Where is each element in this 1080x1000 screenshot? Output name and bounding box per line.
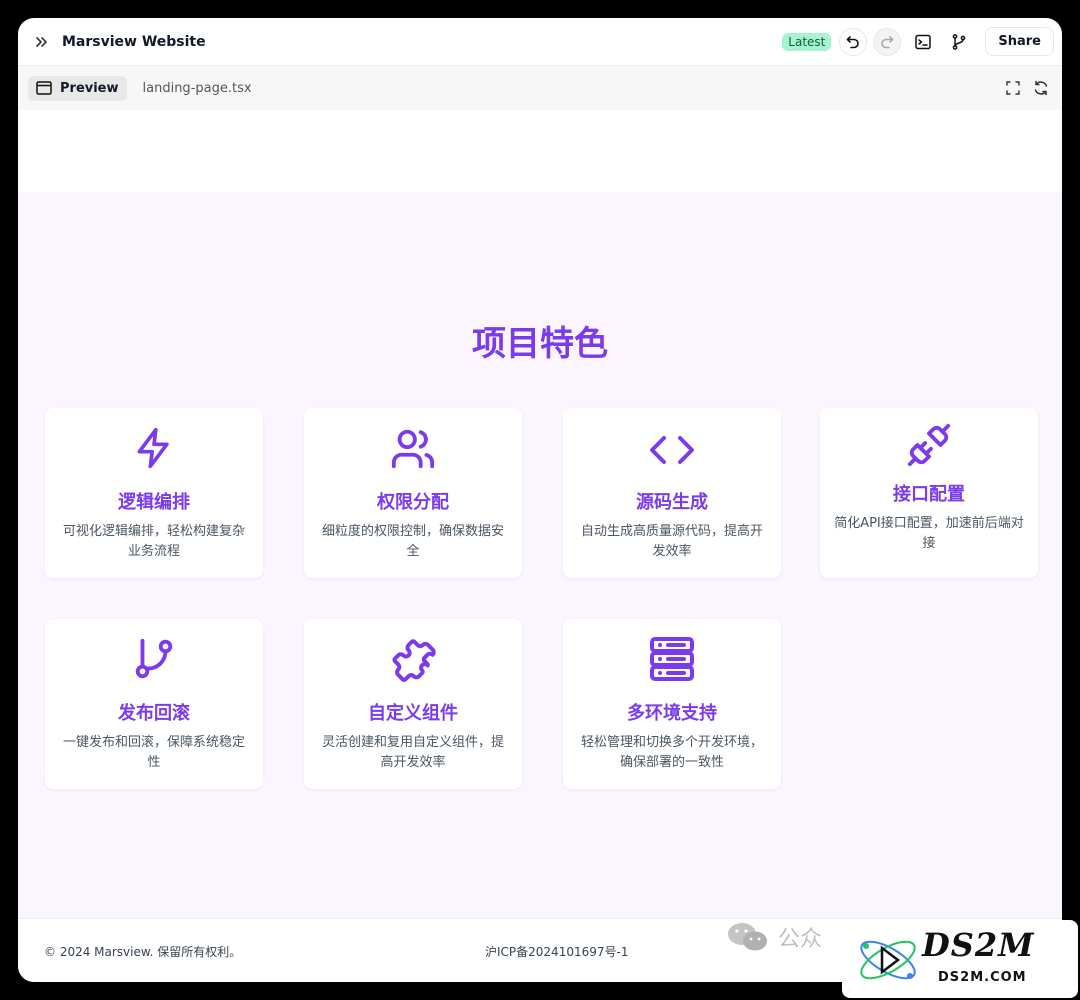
- icp-link[interactable]: 沪ICP备2024101697号-1: [485, 943, 628, 960]
- logo-url-text: DS2M.COM: [938, 970, 1027, 985]
- feature-title: 多环境支持: [627, 703, 717, 724]
- logo-text: DS2M: [922, 926, 1035, 964]
- puzzle-icon: [304, 635, 522, 683]
- feature-title: 发布回滚: [118, 703, 190, 724]
- redo-button[interactable]: [873, 27, 902, 56]
- feature-card: 接口配置 简化API接口配置，加速前后端对接: [820, 408, 1038, 578]
- tab-preview-label: Preview: [60, 80, 119, 96]
- feature-title: 自定义组件: [368, 703, 458, 724]
- feature-description: 灵活创建和复用自定义组件，提高开发效率: [321, 735, 504, 770]
- terminal-button[interactable]: [909, 28, 937, 56]
- feature-card: 逻辑编排 可视化逻辑编排，轻松构建复杂业务流程: [45, 408, 263, 578]
- atom-logo-icon: [860, 940, 916, 980]
- feature-card: 权限分配 细粒度的权限控制，确保数据安全: [304, 408, 522, 578]
- terminal-icon: [915, 34, 932, 49]
- ds2m-logo: DS2M DS2M.COM: [842, 920, 1078, 998]
- feature-card: 自定义组件 灵活创建和复用自定义组件，提高开发效率: [304, 619, 522, 789]
- redo-icon: [881, 35, 894, 48]
- tab-bar: Preview landing-page.tsx: [18, 66, 1062, 110]
- server-icon: [563, 635, 781, 683]
- project-title: Marsview Website: [62, 33, 206, 50]
- refresh-icon[interactable]: [1030, 77, 1052, 99]
- tab-preview[interactable]: Preview: [28, 75, 127, 101]
- feature-card: 源码生成 自动生成高质量源代码，提高开发效率: [563, 408, 781, 578]
- top-bar: Marsview Website Latest Share: [18, 18, 1062, 66]
- fullscreen-icon[interactable]: [1002, 77, 1024, 99]
- feature-card: 多环境支持 轻松管理和切换多个开发环境，确保部署的一致性: [563, 619, 781, 789]
- feature-description: 自动生成高质量源代码，提高开发效率: [580, 524, 763, 559]
- app-window: Marsview Website Latest Share Preview la…: [18, 18, 1062, 982]
- feature-description: 轻松管理和切换多个开发环境，确保部署的一致性: [580, 735, 763, 770]
- undo-icon: [847, 35, 860, 48]
- features-heading: 项目特色: [472, 324, 608, 364]
- git-branch-button[interactable]: [945, 28, 973, 56]
- feature-description: 简化API接口配置，加速前后端对接: [834, 516, 1024, 551]
- feature-card: 发布回滚 一键发布和回滚，保障系统稳定性: [45, 619, 263, 789]
- feature-title: 权限分配: [377, 492, 449, 513]
- page-top-area: [18, 110, 1062, 192]
- users-icon: [304, 426, 522, 472]
- feature-description: 一键发布和回滚，保障系统稳定性: [62, 735, 245, 770]
- expand-sidebar-icon[interactable]: [34, 34, 50, 50]
- watermark: 公众: [726, 920, 822, 954]
- wechat-icon: [728, 923, 767, 951]
- version-badge: Latest: [782, 32, 832, 51]
- tab-file[interactable]: landing-page.tsx: [143, 81, 252, 96]
- watermark-text: 公众: [778, 927, 823, 952]
- feature-description: 细粒度的权限控制，确保数据安全: [321, 524, 504, 559]
- copyright-text: © 2024 Marsview. 保留所有权利。: [44, 945, 242, 959]
- share-button[interactable]: Share: [985, 27, 1054, 56]
- code-icon: [563, 426, 781, 474]
- features-section: 项目特色 逻辑编排 可视化逻辑编排，轻松构建复杂业务流程 权限分配 细粒度的权限…: [18, 192, 1062, 918]
- feature-title: 逻辑编排: [118, 492, 190, 513]
- plug-icon: [820, 422, 1038, 468]
- git-branch-icon: [953, 33, 966, 50]
- feature-description: 可视化逻辑编排，轻松构建复杂业务流程: [62, 524, 245, 559]
- git-branch-icon: [45, 635, 263, 681]
- feature-title: 接口配置: [893, 484, 965, 505]
- undo-button[interactable]: [839, 27, 868, 56]
- feature-title: 源码生成: [636, 492, 708, 513]
- window-icon: [36, 81, 52, 95]
- lightning-icon: [45, 426, 263, 470]
